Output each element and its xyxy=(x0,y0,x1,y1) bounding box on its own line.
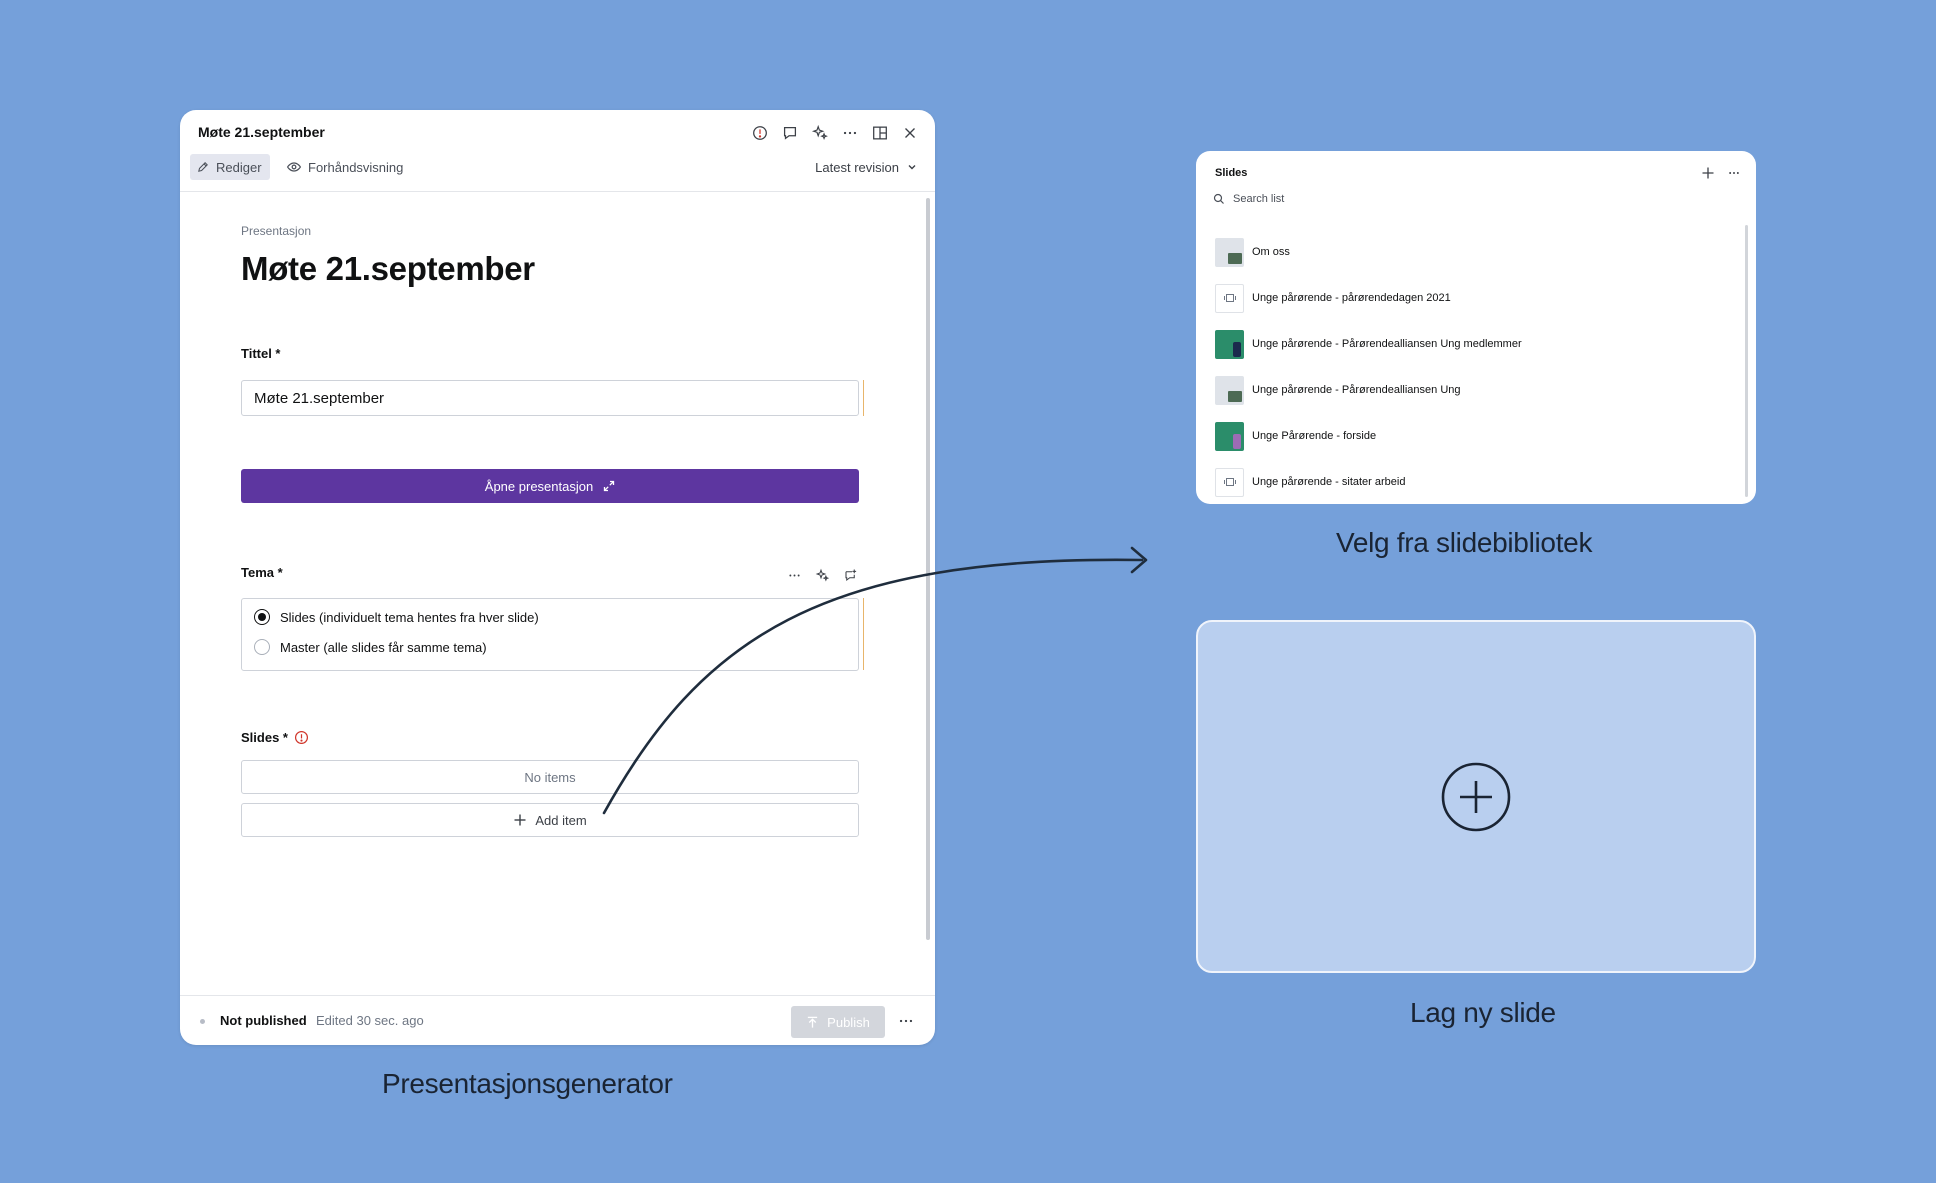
slides-label: Slides * xyxy=(241,730,288,745)
more-options-icon[interactable] xyxy=(895,1010,917,1032)
library-actions xyxy=(1698,163,1744,183)
comments-icon[interactable] xyxy=(779,122,801,144)
add-item-label: Add item xyxy=(535,812,587,828)
list-item[interactable]: Unge pårørende - sitater arbeid xyxy=(1215,459,1735,504)
more-options-icon[interactable] xyxy=(784,565,804,585)
tittel-label: Tittel * xyxy=(241,346,281,361)
list-item[interactable]: Unge Pårørende - forside xyxy=(1215,413,1735,459)
document-type: Presentasjon xyxy=(241,224,312,238)
edited-timestamp: Edited 30 sec. ago xyxy=(316,1013,424,1028)
editor-footer: Not published Edited 30 sec. ago Publish xyxy=(180,995,935,1045)
pencil-icon xyxy=(198,162,208,172)
tema-option-label: Slides (individuelt tema hentes fra hver… xyxy=(280,609,539,625)
tema-label: Tema * xyxy=(241,565,283,580)
tema-option-label: Master (alle slides får samme tema) xyxy=(280,639,487,655)
list-item-label: Unge Pårørende - forside xyxy=(1252,430,1377,442)
slide-icon xyxy=(1215,467,1244,497)
status-dot xyxy=(200,1019,205,1024)
caption-library: Velg fra slidebibliotek xyxy=(1336,527,1593,558)
list-item-label: Unge pårørende - pårørendedagen 2021 xyxy=(1252,292,1451,304)
revision-dropdown[interactable]: Latest revision xyxy=(815,154,917,180)
more-options-icon[interactable] xyxy=(839,122,861,144)
changed-indicator xyxy=(863,380,864,416)
expand-icon xyxy=(604,480,615,492)
library-search[interactable]: Search list xyxy=(1213,193,1284,205)
publish-button[interactable]: Publish xyxy=(791,1006,885,1038)
more-options-icon[interactable] xyxy=(1724,163,1744,183)
sparkle-ai-icon[interactable] xyxy=(809,122,831,144)
list-item-label: Om oss xyxy=(1252,246,1290,258)
library-scrollbar[interactable] xyxy=(1745,225,1748,497)
add-item-button[interactable]: Add item xyxy=(241,803,859,837)
tab-edit[interactable]: Rediger xyxy=(190,154,270,180)
chevron-down-icon xyxy=(908,165,916,170)
tema-option-slides[interactable]: Slides (individuelt tema hentes fra hver… xyxy=(254,609,539,625)
list-item[interactable]: Unge pårørende - pårørendedagen 2021 xyxy=(1215,275,1735,321)
caption-editor: Presentasjonsgenerator xyxy=(382,1068,673,1099)
tab-edit-label: Rediger xyxy=(216,159,262,175)
tema-radio-group: Slides (individuelt tema hentes fra hver… xyxy=(241,598,859,671)
slide-thumbnail xyxy=(1215,329,1244,359)
search-icon xyxy=(1213,193,1224,204)
search-placeholder: Search list xyxy=(1233,193,1285,205)
plus-icon xyxy=(514,814,526,826)
library-list: Om oss Unge pårørende - pårørendedagen 2… xyxy=(1215,229,1735,504)
validation-warning-icon[interactable] xyxy=(749,122,771,144)
changed-indicator xyxy=(863,598,864,670)
slide-thumbnail xyxy=(1215,421,1244,451)
list-item-label: Unge pårørende - sitater arbeid xyxy=(1252,476,1406,488)
list-item[interactable]: Unge pårørende - Pårørendealliansen Ung … xyxy=(1215,321,1735,367)
tema-actions xyxy=(784,565,860,585)
caption-new-slide: Lag ny slide xyxy=(1410,997,1556,1028)
publish-label: Publish xyxy=(827,1014,870,1030)
open-presentation-label: Åpne presentasjon xyxy=(484,478,594,494)
slides-field-label: Slides * xyxy=(241,730,309,745)
list-item-label: Unge pårørende - Pårørendealliansen Ung … xyxy=(1252,338,1522,350)
radio-selected[interactable] xyxy=(254,609,270,625)
presentation-editor-panel: Møte 21.september Rediger Forhåndsvisnin… xyxy=(180,110,935,1045)
slide-thumbnail xyxy=(1215,375,1244,405)
add-comment-icon[interactable] xyxy=(840,565,860,585)
header-actions xyxy=(749,122,921,144)
document-title: Møte 21.september xyxy=(241,250,535,287)
list-item[interactable]: Om oss xyxy=(1215,229,1735,275)
slide-icon xyxy=(1215,283,1244,313)
split-pane-icon[interactable] xyxy=(869,122,891,144)
new-slide-tile[interactable] xyxy=(1196,620,1756,973)
sparkle-ai-icon[interactable] xyxy=(812,565,832,585)
editor-scrollbar[interactable] xyxy=(926,198,930,940)
eye-icon xyxy=(286,162,302,172)
tema-option-master[interactable]: Master (alle slides får samme tema) xyxy=(254,639,487,655)
revision-label: Latest revision xyxy=(815,159,899,175)
slides-empty-state: No items xyxy=(241,760,859,794)
error-icon xyxy=(294,730,308,745)
tittel-input[interactable] xyxy=(241,380,859,416)
publish-icon xyxy=(808,1016,818,1028)
window-title: Møte 21.september xyxy=(198,124,325,140)
publish-status: Not published xyxy=(220,1013,307,1028)
slide-thumbnail xyxy=(1215,237,1244,267)
tab-preview-label: Forhåndsvisning xyxy=(308,159,404,175)
plus-circle-icon xyxy=(1441,762,1511,832)
radio-unselected[interactable] xyxy=(254,639,270,655)
library-title: Slides xyxy=(1215,167,1248,179)
list-item[interactable]: Unge pårørende - Pårørendealliansen Ung xyxy=(1215,367,1735,413)
open-presentation-button[interactable]: Åpne presentasjon xyxy=(241,469,859,503)
editor-header: Møte 21.september Rediger Forhåndsvisnin… xyxy=(180,110,935,192)
tab-preview[interactable]: Forhåndsvisning xyxy=(286,154,403,180)
list-item-label: Unge pårørende - Pårørendealliansen Ung xyxy=(1252,384,1461,396)
slide-library-panel: Slides Search list Om oss Unge pårørende… xyxy=(1196,151,1756,504)
close-icon[interactable] xyxy=(899,122,921,144)
plus-icon[interactable] xyxy=(1698,163,1718,183)
